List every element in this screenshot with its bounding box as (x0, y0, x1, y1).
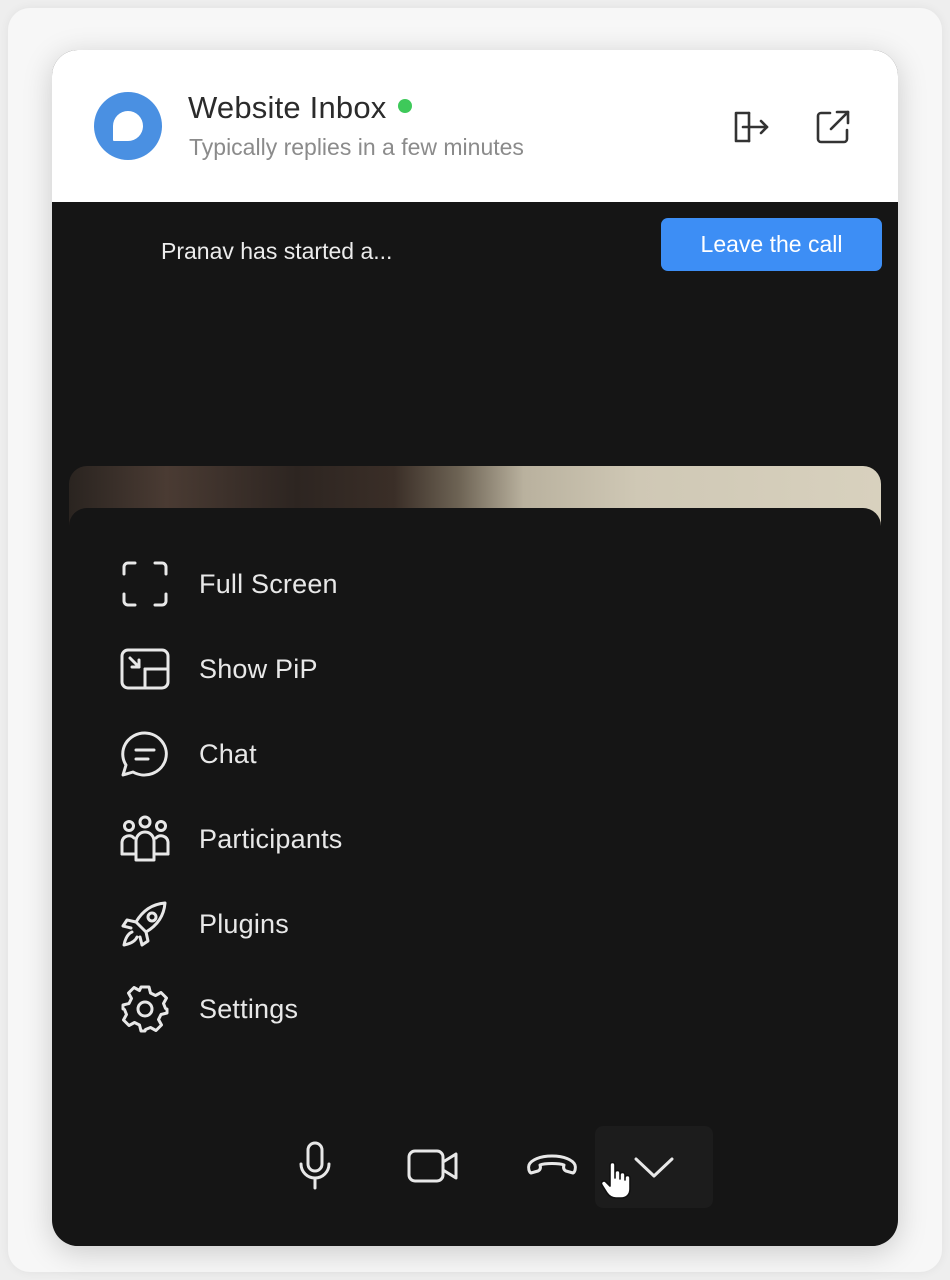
exit-icon[interactable] (730, 106, 772, 148)
microphone-icon (297, 1140, 333, 1192)
online-status-dot (398, 99, 413, 113)
hang-up-button[interactable] (517, 1126, 587, 1206)
chat-icon (117, 726, 173, 782)
inbox-avatar-icon (94, 92, 162, 160)
menu-item-label: Participants (199, 823, 343, 854)
menu-item-full-screen[interactable]: Full Screen (117, 554, 537, 614)
hand-cursor-icon (601, 1162, 631, 1200)
camera-button[interactable] (398, 1126, 468, 1206)
menu-item-settings[interactable]: Settings (117, 979, 537, 1039)
menu-item-label: Settings (199, 993, 299, 1024)
menu-item-show-pip[interactable]: Show PiP (117, 639, 537, 699)
gear-icon (117, 981, 173, 1037)
widget-frame: Website Inbox Typically replies in a few… (8, 8, 942, 1272)
chevron-down-icon (633, 1154, 675, 1180)
menu-item-label: Chat (199, 738, 257, 769)
menu-item-participants[interactable]: Participants (117, 809, 537, 869)
call-options-menu: Full Screen Show PiP Chat Participants P… (69, 508, 881, 1246)
camera-icon (406, 1146, 460, 1186)
inbox-title: Website Inbox (188, 90, 413, 126)
menu-item-label: Full Screen (199, 568, 338, 599)
menu-item-chat[interactable]: Chat (117, 724, 537, 784)
menu-item-label: Plugins (199, 908, 289, 939)
call-banner-text: Pranav has started a... (161, 238, 393, 264)
open-external-icon[interactable] (812, 106, 854, 148)
leave-call-button[interactable]: Leave the call (661, 218, 882, 271)
microphone-button[interactable] (280, 1126, 350, 1206)
menu-item-label: Show PiP (199, 653, 318, 684)
menu-item-plugins[interactable]: Plugins (117, 894, 537, 954)
widget-header: Website Inbox Typically replies in a few… (52, 50, 898, 202)
fullscreen-icon (117, 556, 173, 612)
rocket-icon (117, 896, 173, 952)
inbox-subtitle: Typically replies in a few minutes (189, 134, 524, 160)
hang-up-icon (525, 1151, 579, 1181)
chat-widget: Website Inbox Typically replies in a few… (52, 50, 898, 1246)
more-options-button[interactable] (595, 1126, 713, 1208)
inbox-title-text: Website Inbox (188, 90, 387, 125)
pip-icon (117, 641, 173, 697)
participants-icon (117, 811, 173, 867)
